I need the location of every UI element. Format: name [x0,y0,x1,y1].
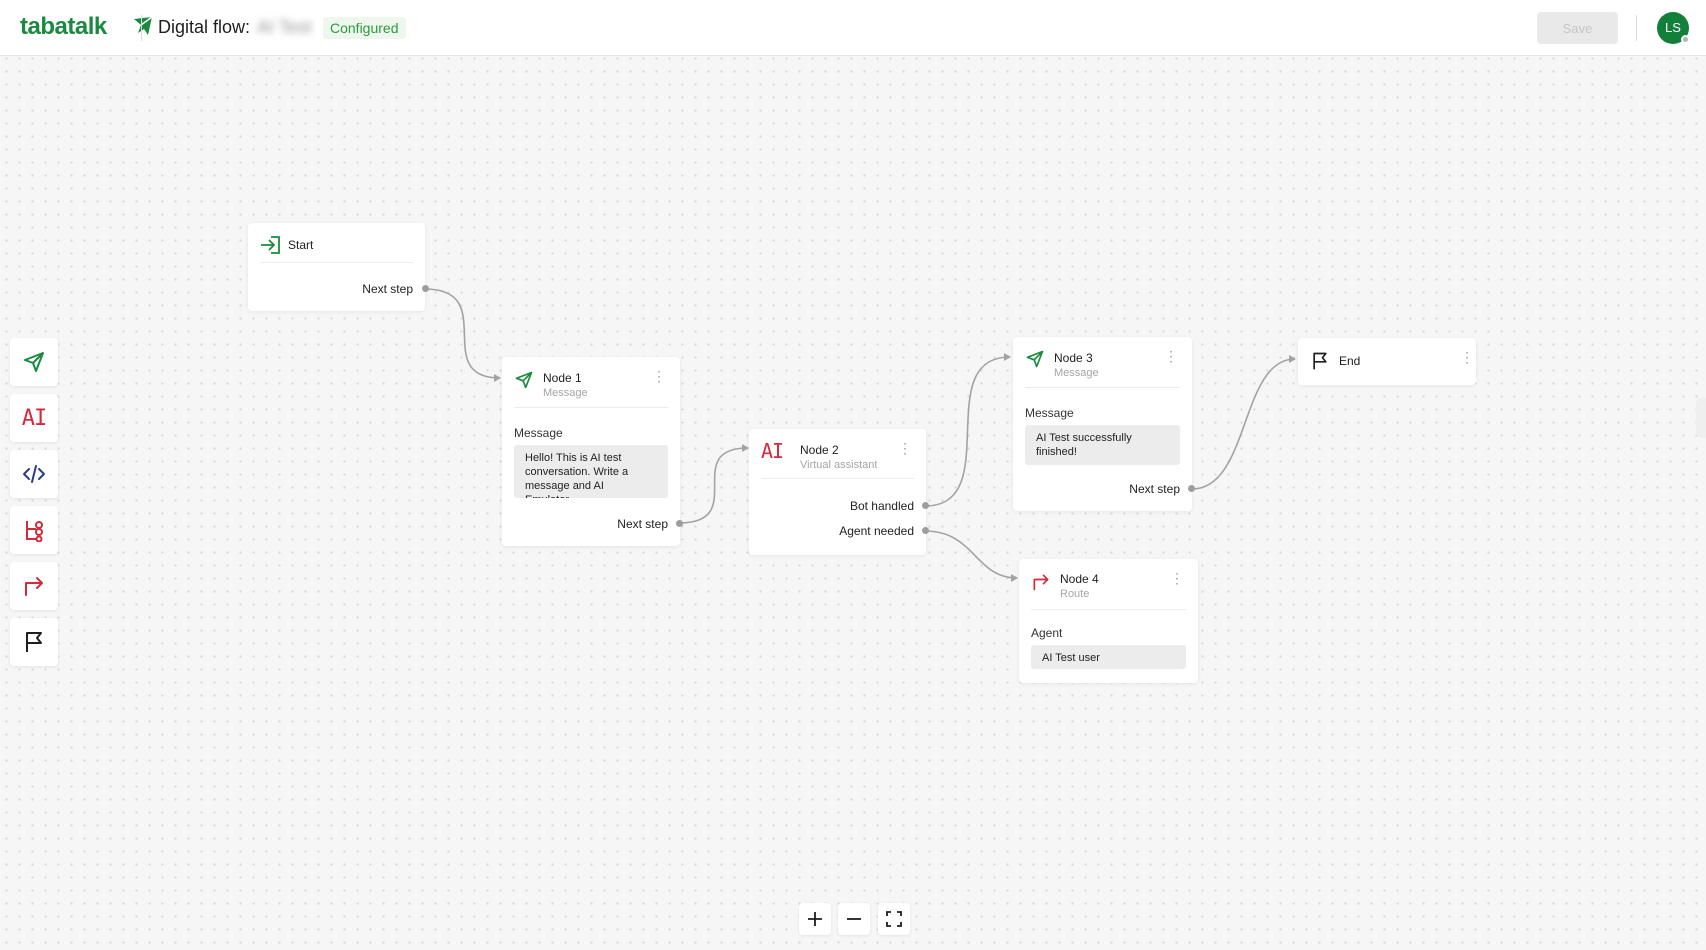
node-header: Node 1 Message ⋮ [514,357,668,408]
node-menu-icon[interactable]: ⋮ [652,369,666,385]
end-flag-icon [26,632,42,652]
edge-node3-end [1191,358,1296,490]
route-icon [1033,574,1049,591]
output-port-agent-needed[interactable] [922,527,929,534]
node-4[interactable]: Node 4 Route ⋮ Agent AI Test user [1019,559,1198,683]
edge-node2-node3 [924,356,1011,507]
tabatalk-logo[interactable]: tabatalk [20,13,153,43]
status-badge: Configured [323,17,406,39]
zoom-out-icon [847,918,861,920]
header-divider-right [1636,15,1637,41]
toolbox-route-button[interactable] [10,562,58,610]
code-icon [23,465,45,483]
field-label: Agent [1031,626,1063,640]
node-2[interactable]: AI Node 2 Virtual assistant ⋮ Bot handle… [749,429,929,555]
node-type: Message [1054,367,1099,379]
node-title: Node 3 [1054,351,1093,365]
toolbox-code-button[interactable] [10,450,58,498]
node-title: End [1339,354,1361,368]
toolbox-ai-button[interactable]: AI [10,394,58,442]
branch-icon [26,521,43,542]
output-port[interactable] [676,520,683,527]
side-panel-handle[interactable] [1696,398,1706,438]
node-end[interactable]: End ⋮ [1298,338,1476,385]
arrowhead [1011,574,1018,582]
node-type: Message [543,387,588,399]
node-title: Node 1 [543,371,582,385]
node-header: Start [260,223,413,263]
toolbox-branch-button[interactable] [10,506,58,554]
port-label-bot-handled: Bot handled [849,499,914,513]
zoom-in-button[interactable] [799,903,831,935]
node-3[interactable]: Node 3 Message ⋮ Message AI Test success… [1013,337,1195,511]
arrowhead [742,444,749,452]
end-flag-icon [1313,352,1327,370]
node-menu-icon[interactable]: ⋮ [1164,349,1178,365]
field-label: Message [1025,406,1074,420]
header-divider [141,15,142,41]
app-header: tabatalk Digital flow: AI Test Configure… [0,0,1706,56]
edge-node2-node4 [924,530,1018,579]
avatar-status-dot [1681,35,1690,44]
ai-icon: AI [761,439,784,463]
message-preview: AI Test successfully finished! [1025,425,1180,465]
node-header: Node 3 Message ⋮ [1025,337,1180,388]
zoom-in-icon [808,912,822,926]
node-1[interactable]: Node 1 Message ⋮ Message Hello! This is … [502,357,683,546]
edge-node1-node2 [678,447,749,524]
route-icon [25,577,43,596]
flow-name: AI Test [257,17,312,37]
output-port[interactable] [422,285,429,292]
node-type: Virtual assistant [800,459,878,471]
port-label-agent-needed: Agent needed [839,524,914,538]
toolbox-message-button[interactable] [10,338,58,386]
port-label-next-step: Next step [617,517,668,531]
send-message-icon [24,352,44,372]
send-message-icon [515,371,533,389]
arrowhead [1289,355,1296,363]
start-entry-icon [261,236,280,254]
node-start[interactable]: Start Next step [248,223,429,311]
ai-icon: AI [21,405,47,431]
node-title: Node 2 [800,443,839,457]
toolbox-end-button[interactable] [10,618,58,666]
flow-title-label: Digital flow: [158,17,251,37]
node-header: AI Node 2 Virtual assistant ⋮ [761,429,914,479]
agent-value: AI Test user [1031,645,1186,669]
node-title: Node 4 [1060,572,1099,586]
arrowhead [1004,353,1011,361]
message-preview: Hello! This is AI test conversation. Wri… [514,445,668,498]
output-port-bot-handled[interactable] [922,502,929,509]
output-port[interactable] [1188,485,1195,492]
logo-text: tabatalk [20,13,107,40]
fit-screen-button[interactable] [878,903,910,935]
field-label: Message [514,426,563,440]
node-menu-icon[interactable]: ⋮ [1170,571,1184,587]
zoom-out-button[interactable] [838,903,870,935]
arrowhead [494,374,501,382]
port-label-next-step: Next step [1129,482,1180,496]
node-menu-icon[interactable]: ⋮ [1460,350,1474,366]
node-type: Route [1060,588,1090,600]
send-message-icon [1026,350,1044,368]
save-button[interactable]: Save [1537,12,1618,44]
node-menu-icon[interactable]: ⋮ [898,441,912,457]
fit-screen-icon [886,911,902,927]
edge-start-node1 [424,288,501,379]
port-label-next-step: Next step [362,282,413,296]
node-title: Start [288,238,314,252]
node-header: Node 4 Route ⋮ [1031,559,1186,610]
